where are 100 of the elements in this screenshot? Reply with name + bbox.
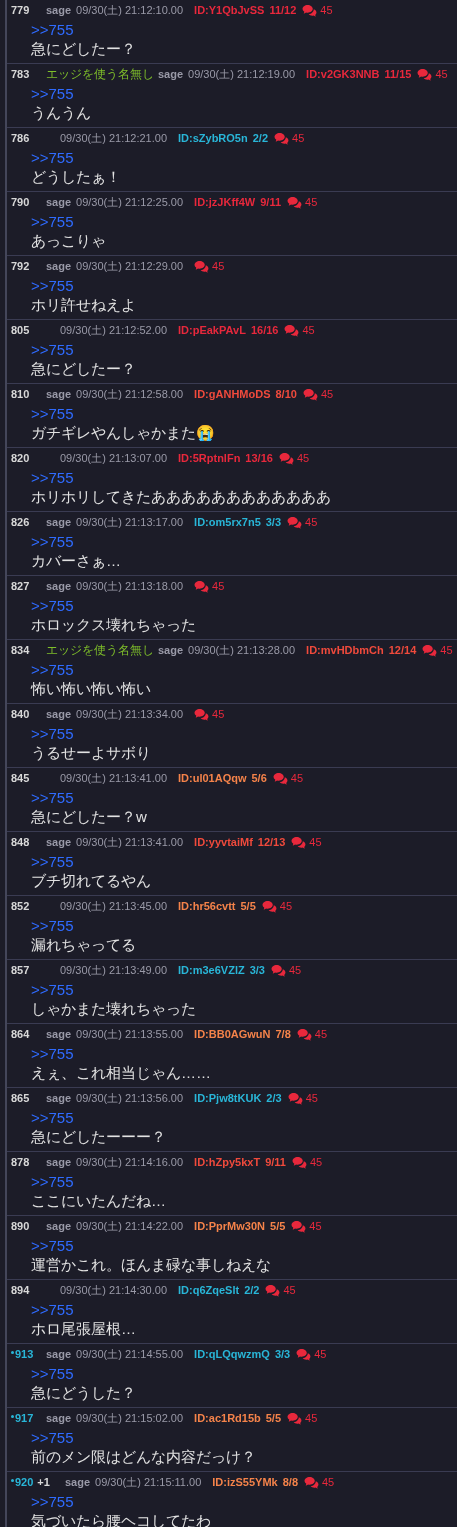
post-date: 09/30(土) 21:12:58.00 bbox=[76, 386, 184, 402]
replies-icon bbox=[284, 323, 300, 337]
reply-count[interactable]: 45 bbox=[305, 1409, 318, 1427]
reply-count[interactable]: 45 bbox=[290, 769, 304, 787]
post-number[interactable]: 865 bbox=[11, 1089, 30, 1107]
post-number[interactable]: 890 bbox=[11, 1217, 30, 1235]
reply-count[interactable]: 45 bbox=[292, 129, 305, 147]
poster-id: ID:qLQqwzmQ bbox=[194, 1346, 270, 1362]
post-text: 漏れちゃってる bbox=[31, 935, 137, 955]
reply-anchor-link[interactable]: >>755 bbox=[31, 1301, 449, 1319]
reply-count[interactable]: 45 bbox=[314, 1345, 327, 1363]
post-number[interactable]: 834 bbox=[11, 641, 30, 659]
post-number[interactable]: 805 bbox=[11, 321, 30, 339]
post-count: 7/8 bbox=[275, 1026, 291, 1042]
reply-count[interactable]: 45 bbox=[212, 257, 225, 275]
post-number[interactable]: 783 bbox=[11, 65, 30, 83]
reply-count[interactable]: 45 bbox=[305, 193, 318, 211]
post-number[interactable]: 792 bbox=[11, 257, 30, 275]
post-number[interactable]: 810 bbox=[11, 385, 30, 403]
reply-anchor-link[interactable]: >>755 bbox=[31, 725, 449, 743]
post-number[interactable]: 894 bbox=[11, 1281, 30, 1299]
reply-count[interactable]: 45 bbox=[309, 1153, 323, 1171]
reply-anchor-link[interactable]: >>755 bbox=[31, 1365, 449, 1383]
post-date: 09/30(土) 21:15:11.00 bbox=[95, 1474, 202, 1490]
reply-anchor-link[interactable]: >>755 bbox=[31, 341, 449, 359]
reply-count[interactable]: 45 bbox=[320, 385, 334, 403]
post-number[interactable]: 917 bbox=[15, 1409, 34, 1427]
replies-icon bbox=[287, 195, 303, 209]
post-number[interactable]: 827 bbox=[11, 577, 30, 595]
reply-anchor-link[interactable]: >>755 bbox=[31, 405, 449, 423]
post-number[interactable]: 845 bbox=[11, 769, 30, 787]
reply-anchor-link[interactable]: >>755 bbox=[31, 213, 449, 231]
reply-anchor-link[interactable]: >>755 bbox=[31, 661, 449, 679]
post-text: ガチギレやんしゃかまた😭 bbox=[31, 423, 216, 443]
post-number[interactable]: 864 bbox=[11, 1025, 30, 1043]
reply-count[interactable]: 45 bbox=[322, 1473, 335, 1491]
post-number[interactable]: 848 bbox=[11, 833, 30, 851]
reply-count[interactable]: 45 bbox=[305, 1089, 318, 1107]
sage-label: sage bbox=[158, 642, 184, 658]
post-text: 急にどうした？ bbox=[31, 1383, 137, 1403]
replies-icon bbox=[291, 835, 307, 849]
post-number[interactable]: 790 bbox=[11, 193, 30, 211]
reply-anchor-link[interactable]: >>755 bbox=[31, 469, 449, 487]
sage-label: sage bbox=[46, 386, 72, 402]
reply-count[interactable]: 45 bbox=[296, 449, 310, 467]
replies-icon bbox=[287, 1091, 303, 1105]
post-text: カバーさぁ… bbox=[31, 551, 122, 571]
post-number[interactable]: 826 bbox=[11, 513, 30, 531]
reply-anchor-link[interactable]: >>755 bbox=[31, 1173, 449, 1191]
post-number[interactable]: 852 bbox=[11, 897, 30, 915]
reply-count[interactable]: 45 bbox=[279, 897, 293, 915]
reply-count[interactable]: 45 bbox=[440, 641, 453, 659]
post-text: ホロ尾張屋根… bbox=[31, 1319, 137, 1339]
reply-anchor-link[interactable]: >>755 bbox=[31, 981, 449, 999]
post-date: 09/30(土) 21:12:52.00 bbox=[60, 322, 168, 338]
reply-count[interactable]: 45 bbox=[435, 65, 448, 83]
post-number[interactable]: 840 bbox=[11, 705, 30, 723]
reply-count[interactable]: 45 bbox=[305, 513, 318, 531]
replies-icon bbox=[296, 1027, 312, 1041]
reply-anchor-link[interactable]: >>755 bbox=[31, 853, 449, 871]
reply-anchor-link[interactable]: >>755 bbox=[31, 789, 449, 807]
post-number[interactable]: 857 bbox=[11, 961, 30, 979]
reply-anchor-link[interactable]: >>755 bbox=[31, 1493, 449, 1511]
post-count: 11/15 bbox=[384, 66, 412, 82]
reply-anchor-link[interactable]: >>755 bbox=[31, 917, 449, 935]
post-date: 09/30(土) 21:13:34.00 bbox=[76, 706, 184, 722]
reply-count[interactable]: 45 bbox=[283, 1281, 296, 1299]
replies-icon bbox=[304, 1475, 319, 1489]
replies-icon bbox=[302, 3, 318, 17]
reply-count[interactable]: 45 bbox=[288, 961, 302, 979]
post-count: 16/16 bbox=[250, 322, 279, 338]
reply-anchor-link[interactable]: >>755 bbox=[31, 1045, 449, 1063]
reply-anchor-link[interactable]: >>755 bbox=[31, 277, 449, 295]
reply-anchor-link[interactable]: >>755 bbox=[31, 1109, 449, 1127]
post-number[interactable]: 913 bbox=[15, 1345, 34, 1363]
reply-count[interactable]: 45 bbox=[212, 705, 225, 723]
replies-icon bbox=[287, 515, 303, 529]
reply-anchor-link[interactable]: >>755 bbox=[31, 1237, 449, 1255]
reply-anchor-link[interactable]: >>755 bbox=[31, 1429, 449, 1447]
post-count: 12/14 bbox=[388, 642, 417, 658]
reply-count[interactable]: 45 bbox=[309, 833, 322, 851]
reply-anchor-link[interactable]: >>755 bbox=[31, 85, 449, 103]
reply-anchor-link[interactable]: >>755 bbox=[31, 149, 449, 167]
post-number[interactable]: 878 bbox=[11, 1153, 30, 1171]
post-text: えぇ、これ相当じゃん…… bbox=[31, 1063, 212, 1083]
post-count: 5/5 bbox=[270, 1218, 286, 1234]
post-number[interactable]: 779 bbox=[11, 1, 30, 19]
post-count: 5/5 bbox=[240, 898, 256, 914]
reply-anchor-link[interactable]: >>755 bbox=[31, 533, 449, 551]
post-number[interactable]: 920 bbox=[15, 1473, 34, 1491]
reply-count[interactable]: 45 bbox=[314, 1025, 328, 1043]
reply-count[interactable]: 45 bbox=[212, 577, 225, 595]
post-number[interactable]: 820 bbox=[11, 449, 30, 467]
post-number[interactable]: 786 bbox=[11, 129, 30, 147]
poster-id: ID:Y1QbJvSS bbox=[194, 2, 265, 18]
reply-anchor-link[interactable]: >>755 bbox=[31, 597, 449, 615]
reply-count[interactable]: 45 bbox=[320, 1, 333, 19]
reply-anchor-link[interactable]: >>755 bbox=[31, 21, 449, 39]
reply-count[interactable]: 45 bbox=[309, 1217, 322, 1235]
reply-count[interactable]: 45 bbox=[302, 321, 315, 339]
